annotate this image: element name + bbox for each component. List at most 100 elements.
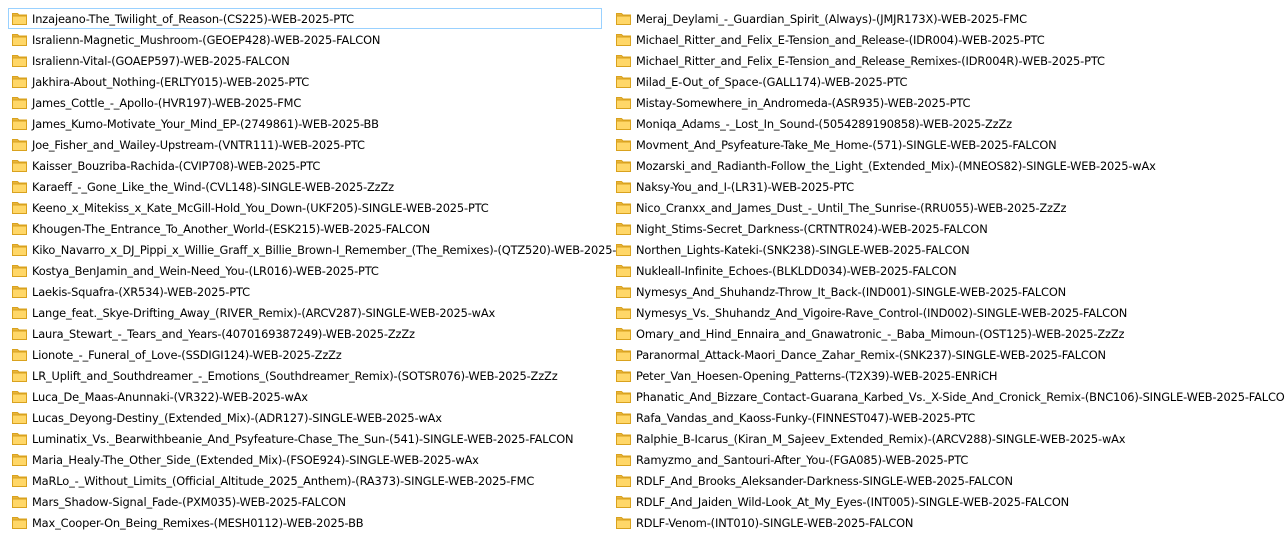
folder-item[interactable]: Ramyzmo_and_Santouri-After_You-(FGA085)-… <box>612 449 1280 470</box>
folder-item[interactable]: Keeno_x_Mitekiss_x_Kate_McGill-Hold_You_… <box>8 197 602 218</box>
folder-item[interactable]: Ralphie_B-Icarus_(Kiran_M_Sajeev_Extende… <box>612 428 1280 449</box>
folder-item[interactable]: Karaeff_-_Gone_Like_the_Wind-(CVL148)-SI… <box>8 176 602 197</box>
folder-icon <box>12 474 27 487</box>
folder-item[interactable]: LR_Uplift_and_Southdreamer_-_Emotions_(S… <box>8 365 602 386</box>
folder-item[interactable]: Kiko_Navarro_x_DJ_Pippi_x_Willie_Graff_x… <box>8 239 631 260</box>
folder-name: Joe_Fisher_and_Wailey-Upstream-(VNTR111)… <box>32 137 365 152</box>
folder-icon <box>616 159 631 172</box>
folder-icon <box>616 180 631 193</box>
folder-icon <box>616 75 631 88</box>
folder-item[interactable]: Moniqa_Adams_-_Lost_In_Sound-(5054289190… <box>612 113 1280 134</box>
folder-item[interactable]: Omary_and_Hind_Ennaira_and_Gnawatronic_-… <box>612 323 1280 344</box>
folder-icon <box>12 243 27 256</box>
folder-name: Luca_De_Maas-Anunnaki-(VR322)-WEB-2025-w… <box>32 389 308 404</box>
folder-item[interactable]: Nymesys_And_Shuhandz-Throw_It_Back-(IND0… <box>612 281 1280 302</box>
folder-name: RDLF_And_Brooks_Aleksander-Darkness-SING… <box>636 473 1013 488</box>
folder-icon <box>12 390 27 403</box>
folder-name: James_Cottle_-_Apollo-(HVR197)-WEB-2025-… <box>32 95 302 110</box>
folder-icon <box>12 54 27 67</box>
folder-name: Nymesys_And_Shuhandz-Throw_It_Back-(IND0… <box>636 284 1067 299</box>
folder-item[interactable]: Kaisser_Bouzriba-Rachida-(CVIP708)-WEB-2… <box>8 155 602 176</box>
folder-icon <box>616 243 631 256</box>
folder-name: Lucas_Deyong-Destiny_(Extended_Mix)-(ADR… <box>32 410 442 425</box>
folder-item[interactable]: Michael_Ritter_and_Felix_E-Tension_and_R… <box>612 50 1280 71</box>
folder-name: Mars_Shadow-Signal_Fade-(PXM035)-WEB-202… <box>32 494 346 509</box>
folder-item[interactable]: RDLF_And_Jaiden_Wild-Look_At_My_Eyes-(IN… <box>612 491 1280 512</box>
folder-item[interactable]: Inzajeano-The_Twilight_of_Reason-(CS225)… <box>8 8 602 29</box>
folder-item[interactable]: Laura_Stewart_-_Tears_and_Years-(4070169… <box>8 323 602 344</box>
folder-item[interactable]: Nymesys_Vs._Shuhandz_And_Vigoire-Rave_Co… <box>612 302 1280 323</box>
folder-item[interactable]: Joe_Fisher_and_Wailey-Upstream-(VNTR111)… <box>8 134 602 155</box>
folder-item[interactable]: Rafa_Vandas_and_Kaoss-Funky-(FINNEST047)… <box>612 407 1280 428</box>
folder-item[interactable]: Kostya_BenJamin_and_Wein-Need_You-(LR016… <box>8 260 602 281</box>
folder-name: Jakhira-About_Nothing-(ERLTY015)-WEB-202… <box>32 74 310 89</box>
folder-item[interactable]: Lucas_Deyong-Destiny_(Extended_Mix)-(ADR… <box>8 407 602 428</box>
folder-item[interactable]: Mistay-Somewhere_in_Andromeda-(ASR935)-W… <box>612 92 1280 113</box>
folder-name: Naksy-You_and_I-(LR31)-WEB-2025-PTC <box>636 179 854 194</box>
folder-item[interactable]: Milad_E-Out_of_Space-(GALL174)-WEB-2025-… <box>612 71 1280 92</box>
folder-item[interactable]: Lange_feat._Skye-Drifting_Away_(RIVER_Re… <box>8 302 602 323</box>
folder-icon <box>12 96 27 109</box>
folder-name: Omary_and_Hind_Ennaira_and_Gnawatronic_-… <box>636 326 1125 341</box>
folder-icon <box>616 117 631 130</box>
folder-icon <box>12 411 27 424</box>
folder-icon <box>616 201 631 214</box>
folder-item[interactable]: RDLF-Venom-(INT010)-SINGLE-WEB-2025-FALC… <box>612 512 1280 533</box>
folder-icon <box>12 201 27 214</box>
folder-item[interactable]: Isralienn-Vital-(GOAEP597)-WEB-2025-FALC… <box>8 50 602 71</box>
folder-item[interactable]: Luminatix_Vs._Bearwithbeanie_And_Psyfeat… <box>8 428 602 449</box>
folder-icon <box>12 495 27 508</box>
folder-item[interactable]: Northen_Lights-Kateki-(SNK238)-SINGLE-WE… <box>612 239 1280 260</box>
folder-name: Paranormal_Attack-Maori_Dance_Zahar_Remi… <box>636 347 1106 362</box>
folder-icon <box>616 348 631 361</box>
folder-item[interactable]: Laekis-Squafra-(XR534)-WEB-2025-PTC <box>8 281 602 302</box>
folder-item[interactable]: Michael_Ritter_and_Felix_E-Tension_and_R… <box>612 29 1280 50</box>
folder-icon <box>616 327 631 340</box>
folder-name: Night_Stims-Secret_Darkness-(CRTNTR024)-… <box>636 221 988 236</box>
folder-item[interactable]: Night_Stims-Secret_Darkness-(CRTNTR024)-… <box>612 218 1280 239</box>
folder-item[interactable]: Paranormal_Attack-Maori_Dance_Zahar_Remi… <box>612 344 1280 365</box>
folder-item[interactable]: James_Kumo-Motivate_Your_Mind_EP-(274986… <box>8 113 602 134</box>
folder-name: Movment_And_Psyfeature-Take_Me_Home-(571… <box>636 137 1057 152</box>
folder-name: Inzajeano-The_Twilight_of_Reason-(CS225)… <box>32 11 354 26</box>
folder-item[interactable]: RDLF_And_Brooks_Aleksander-Darkness-SING… <box>612 470 1280 491</box>
folder-icon <box>12 369 27 382</box>
folder-name: Nukleall-Infinite_Echoes-(BLKLDD034)-WEB… <box>636 263 957 278</box>
folder-item[interactable]: Meraj_Deylami_-_Guardian_Spirit_(Always)… <box>612 8 1280 29</box>
folder-item[interactable]: Movment_And_Psyfeature-Take_Me_Home-(571… <box>612 134 1280 155</box>
folder-item[interactable]: Peter_Van_Hoesen-Opening_Patterns-(T2X39… <box>612 365 1280 386</box>
folder-item[interactable]: MaRLo_-_Without_Limits_(Official_Altitud… <box>8 470 602 491</box>
folder-item[interactable]: Mozarski_and_Radianth-Follow_the_Light_(… <box>612 155 1280 176</box>
folder-name: Kaisser_Bouzriba-Rachida-(CVIP708)-WEB-2… <box>32 158 321 173</box>
folder-item[interactable]: Nukleall-Infinite_Echoes-(BLKLDD034)-WEB… <box>612 260 1280 281</box>
folder-name: MaRLo_-_Without_Limits_(Official_Altitud… <box>32 473 535 488</box>
folder-name: Mistay-Somewhere_in_Andromeda-(ASR935)-W… <box>636 95 971 110</box>
folder-name: Ramyzmo_and_Santouri-After_You-(FGA085)-… <box>636 452 969 467</box>
folder-name: Mozarski_and_Radianth-Follow_the_Light_(… <box>636 158 1156 173</box>
folder-item[interactable]: Lionote_-_Funeral_of_Love-(SSDIGI124)-WE… <box>8 344 602 365</box>
folder-item[interactable]: Nico_Cranxx_and_James_Dust_-_Until_The_S… <box>612 197 1280 218</box>
folder-icon <box>616 96 631 109</box>
folder-item[interactable]: Naksy-You_and_I-(LR31)-WEB-2025-PTC <box>612 176 1280 197</box>
folder-item[interactable]: Max_Cooper-On_Being_Remixes-(MESH0112)-W… <box>8 512 602 533</box>
folder-icon <box>616 285 631 298</box>
folder-name: Karaeff_-_Gone_Like_the_Wind-(CVL148)-SI… <box>32 179 394 194</box>
folder-name: Michael_Ritter_and_Felix_E-Tension_and_R… <box>636 32 1045 47</box>
folder-name: Michael_Ritter_and_Felix_E-Tension_and_R… <box>636 53 1105 68</box>
folder-icon <box>12 75 27 88</box>
folder-item[interactable]: Maria_Healy-The_Other_Side_(Extended_Mix… <box>8 449 602 470</box>
folder-icon <box>616 516 631 529</box>
folder-item[interactable]: Phanatic_And_Bizzare_Contact-Guarana_Kar… <box>612 386 1285 407</box>
folder-item[interactable]: Luca_De_Maas-Anunnaki-(VR322)-WEB-2025-w… <box>8 386 602 407</box>
folder-name: Rafa_Vandas_and_Kaoss-Funky-(FINNEST047)… <box>636 410 976 425</box>
folder-name: Lange_feat._Skye-Drifting_Away_(RIVER_Re… <box>32 305 496 320</box>
folder-item[interactable]: Isralienn-Magnetic_Mushroom-(GEOEP428)-W… <box>8 29 602 50</box>
folder-item[interactable]: Mars_Shadow-Signal_Fade-(PXM035)-WEB-202… <box>8 491 602 512</box>
folder-name: Milad_E-Out_of_Space-(GALL174)-WEB-2025-… <box>636 74 908 89</box>
folder-name: Nico_Cranxx_and_James_Dust_-_Until_The_S… <box>636 200 1067 215</box>
folder-icon <box>12 159 27 172</box>
folder-item[interactable]: James_Cottle_-_Apollo-(HVR197)-WEB-2025-… <box>8 92 602 113</box>
folder-icon <box>12 117 27 130</box>
folder-item[interactable]: Jakhira-About_Nothing-(ERLTY015)-WEB-202… <box>8 71 602 92</box>
folder-item[interactable]: Khougen-The_Entrance_To_Another_World-(E… <box>8 218 602 239</box>
